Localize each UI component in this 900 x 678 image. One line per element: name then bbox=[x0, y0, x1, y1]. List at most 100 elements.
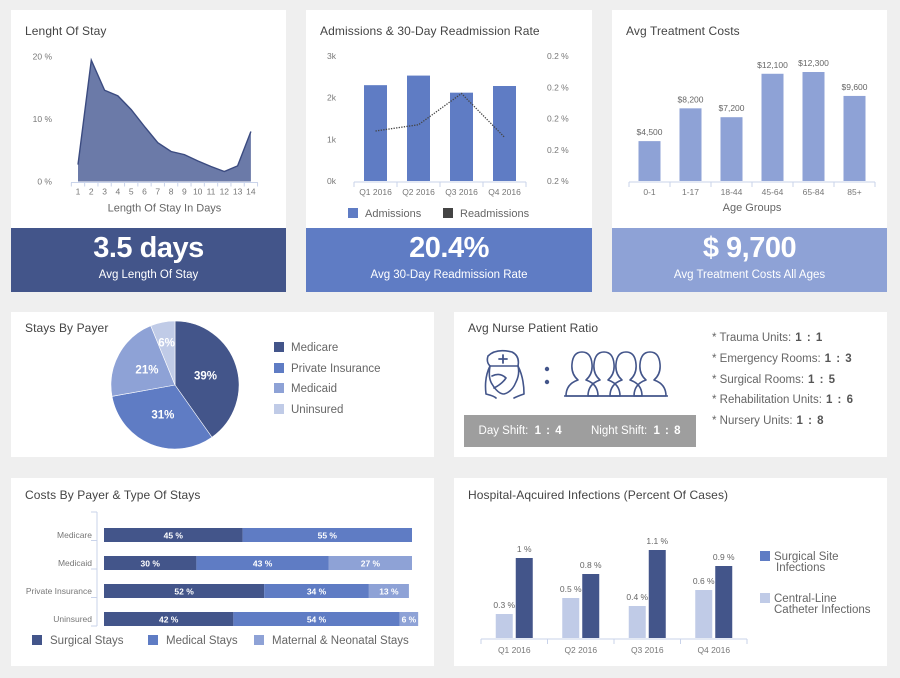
costs-by-payer-card: Costs By Payer & Type Of Stays Medicare 4… bbox=[11, 478, 434, 666]
treatment-costs-card: Avg Treatment Costs $4,500 0-1 $8,200 1-17 $… bbox=[612, 10, 887, 292]
ratio-value: 1 : 5 bbox=[808, 374, 837, 386]
pie-data-label: 21% bbox=[135, 365, 158, 377]
legend-item-uninsured: Uninsured bbox=[274, 404, 343, 416]
y2-tick-label: 0.2 % bbox=[547, 82, 569, 92]
legend-item-medicare: Medicare bbox=[274, 342, 338, 354]
x-tick-label: 2 bbox=[89, 187, 94, 197]
y-tick-label: 20 % bbox=[33, 52, 53, 62]
nurse-ratio-card: Avg Nurse Patient Ratio Day Shift: 1 : 4… bbox=[454, 312, 887, 457]
ratio-item-trauma: * Trauma Units: 1 : 1 bbox=[712, 332, 823, 344]
y2-tick-label: 0.2 % bbox=[547, 176, 569, 186]
treatment-costs-chart: $4,500 0-1 $8,200 1-17 $7,200 18-44 $12,100 45-… bbox=[628, 58, 876, 214]
ratio-value: 1 : 6 bbox=[825, 394, 854, 406]
x-axis-title: Age Groups bbox=[723, 202, 782, 214]
segment-data-label: 13 % bbox=[379, 587, 399, 597]
x-tick-label: 11 bbox=[207, 187, 216, 197]
x-tick-label: 8 bbox=[169, 187, 174, 197]
y-tick-label: 2k bbox=[327, 93, 337, 103]
data-label: 0.3 % bbox=[493, 600, 515, 610]
legend-label-central-line: Central-Line Catheter Infections bbox=[774, 593, 871, 616]
y2-tick-label: 0.2 % bbox=[547, 51, 569, 61]
nurse-patient-illustration bbox=[484, 349, 668, 399]
x-tick-label: 18-44 bbox=[721, 187, 743, 197]
data-label: 0.5 % bbox=[560, 584, 582, 594]
y-tick-label: 3k bbox=[327, 51, 337, 61]
kpi-avg-treatment-costs: $ 9,700 Avg Treatment Costs All Ages bbox=[612, 228, 887, 292]
data-label: $9,600 bbox=[842, 82, 868, 92]
ratio-colon-icon bbox=[544, 366, 550, 385]
x-tick-label: Q3 2016 bbox=[631, 645, 664, 655]
x-tick-label: 5 bbox=[129, 187, 134, 197]
infection-bar bbox=[648, 550, 666, 638]
kpi-label: Avg Length Of Stay bbox=[98, 269, 199, 281]
x-tick-label: 4 bbox=[116, 187, 121, 197]
segment-data-label: 30 % bbox=[141, 559, 161, 569]
kpi-label: Avg Treatment Costs All Ages bbox=[673, 269, 826, 281]
legend-label: Uninsured bbox=[291, 404, 344, 417]
segment-data-label: 6 % bbox=[402, 615, 417, 625]
kpi-avg-readmission-rate: 20.4% Avg 30-Day Readmission Rate bbox=[306, 228, 592, 292]
x-tick-label: 65-84 bbox=[803, 187, 825, 197]
admissions-bar bbox=[450, 92, 473, 181]
data-label: 0.9 % bbox=[713, 552, 735, 562]
x-tick-label: Q4 2016 bbox=[488, 187, 521, 197]
y2-tick-label: 0.2 % bbox=[547, 114, 569, 124]
cost-bar bbox=[638, 141, 661, 181]
night-shift-value: 1 : 8 bbox=[653, 425, 682, 437]
cost-bar bbox=[802, 72, 825, 181]
legend-item-medicaid: Medicaid bbox=[274, 383, 337, 395]
stays-by-payer-card: Stays By Payer 39% 31% 21% 6% Medicare Priva… bbox=[11, 312, 434, 457]
data-label: $7,200 bbox=[719, 103, 745, 113]
segment-data-label: 45 % bbox=[164, 531, 184, 541]
y-tick-label: Medicare bbox=[57, 530, 92, 540]
data-label: $8,200 bbox=[678, 94, 704, 104]
legend-label-admissions: Admissions bbox=[365, 208, 422, 220]
length-of-stay-card: Lenght Of Stay 0 % 10 % 20 % 1 2 3 4 5 6 7 8 9 10 11 1… bbox=[11, 10, 286, 292]
admissions-bar bbox=[407, 75, 430, 181]
legend-swatch-readmissions bbox=[443, 208, 453, 218]
segment-data-label: 55 % bbox=[318, 531, 338, 541]
ratio-label: * Emergency Rooms: bbox=[712, 353, 821, 365]
legend-label: Private Insurance bbox=[291, 362, 381, 375]
day-shift-value: 1 : 4 bbox=[534, 425, 563, 437]
y-tick-label: Medicaid bbox=[58, 558, 92, 568]
ratio-item-emergency: * Emergency Rooms: 1 : 3 bbox=[712, 353, 853, 365]
x-tick-label: 1 bbox=[76, 187, 81, 197]
legend-label-readmissions: Readmissions bbox=[460, 208, 530, 220]
data-label: 0.6 % bbox=[693, 576, 715, 586]
night-shift-label: Night Shift: bbox=[591, 425, 648, 437]
ratio-label: * Trauma Units: bbox=[712, 332, 792, 344]
readmissions-line bbox=[375, 92, 505, 138]
x-tick-label: 1-17 bbox=[682, 187, 699, 197]
legend-swatch-central-line bbox=[760, 593, 770, 603]
infection-bar bbox=[562, 598, 580, 638]
x-tick-label: 14 bbox=[246, 187, 256, 197]
x-tick-label: Q1 2016 bbox=[498, 645, 531, 655]
segment-data-label: 54 % bbox=[307, 615, 327, 625]
pie-data-label: 31% bbox=[151, 410, 174, 422]
x-tick-label: 45-64 bbox=[762, 187, 784, 197]
shift-ratio-bar: Day Shift: 1 : 4 Night Shift: 1 : 8 bbox=[464, 415, 696, 447]
cost-bar bbox=[679, 108, 702, 181]
area-fill bbox=[78, 60, 251, 182]
legend-swatch-surgical-site bbox=[760, 551, 770, 561]
card-title: Avg Nurse Patient Ratio bbox=[468, 321, 599, 335]
ratio-label: * Rehabilitation Units: bbox=[712, 394, 822, 406]
x-tick-label: 0-1 bbox=[643, 187, 656, 197]
ratio-value: 1 : 3 bbox=[824, 353, 853, 365]
infection-bar bbox=[695, 590, 713, 638]
data-label: 0.8 % bbox=[580, 560, 602, 570]
x-tick-label: 6 bbox=[142, 187, 147, 197]
legend-label-line: Infections bbox=[776, 562, 825, 574]
kpi-value: $ 9,700 bbox=[702, 232, 797, 264]
legend-swatch bbox=[254, 635, 264, 645]
legend-swatch bbox=[32, 635, 42, 645]
data-label: 0.4 % bbox=[626, 592, 648, 602]
segment-data-label: 42 % bbox=[159, 615, 179, 625]
kpi-avg-length-of-stay: 3.5 days Avg Length Of Stay bbox=[11, 228, 286, 292]
segment-data-label: 43 % bbox=[253, 559, 273, 569]
infection-bar bbox=[582, 574, 600, 638]
kpi-value: 20.4% bbox=[409, 232, 489, 264]
x-tick-label: Q3 2016 bbox=[445, 187, 478, 197]
ratio-item-rehabilitation: * Rehabilitation Units: 1 : 6 bbox=[712, 394, 854, 406]
